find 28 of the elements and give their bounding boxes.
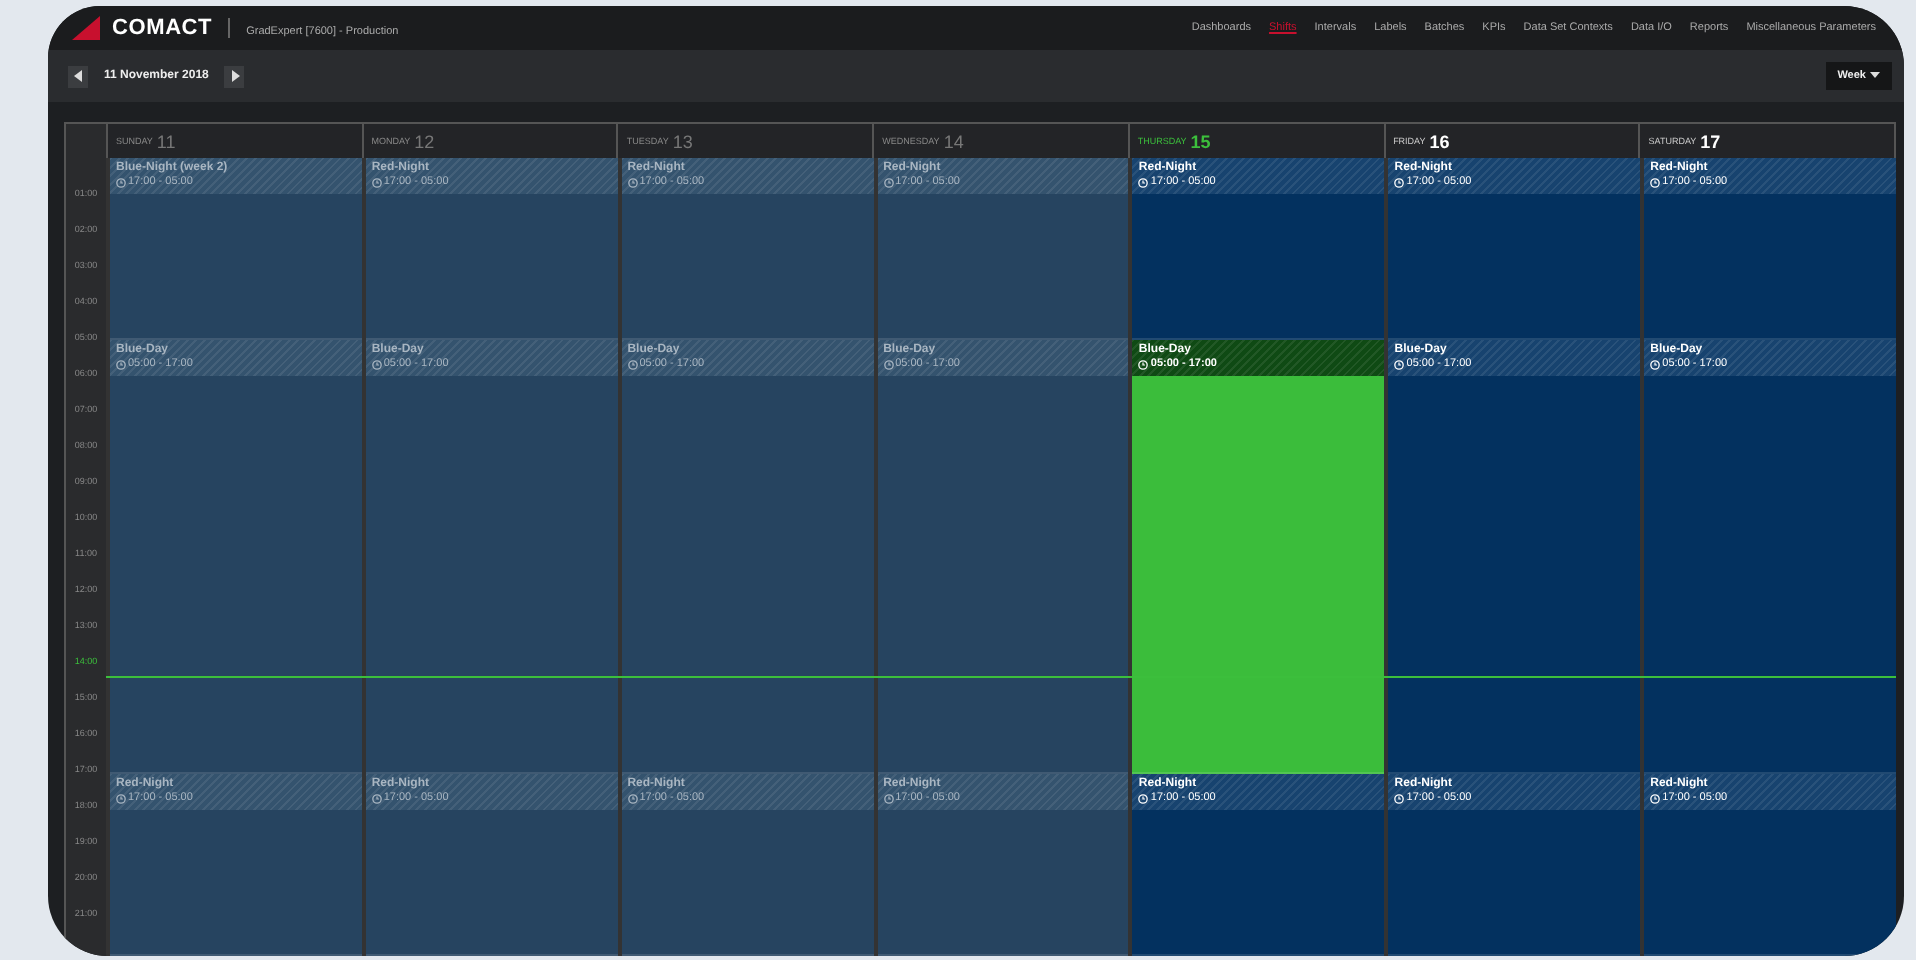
clock-icon <box>1138 360 1149 370</box>
clock-icon <box>116 360 126 370</box>
clock-icon <box>371 794 382 804</box>
clock-icon <box>627 360 638 370</box>
caret-down-icon <box>1870 72 1880 80</box>
previous-button[interactable] <box>68 65 88 87</box>
clock-icon <box>627 794 638 804</box>
clock-icon <box>1394 794 1405 804</box>
clock-icon <box>1650 178 1661 188</box>
clock-icon <box>883 794 894 804</box>
clock-icon <box>1650 360 1661 370</box>
caret-left-icon <box>73 70 83 82</box>
clock-icon <box>1138 794 1149 804</box>
clock-icon <box>1394 360 1405 370</box>
clock-icon <box>116 178 126 188</box>
clock-icon <box>883 360 894 370</box>
clock-icon <box>116 794 126 804</box>
caret-right-icon <box>229 70 240 82</box>
clock-icon <box>627 178 638 188</box>
clock-icon <box>1650 794 1661 804</box>
clock-icon <box>371 178 382 188</box>
clock-icon <box>883 178 894 188</box>
logo: COMACT <box>112 16 213 40</box>
logo-mark-icon <box>72 16 100 40</box>
clock-icon <box>1394 178 1405 188</box>
clock-icon <box>371 360 382 370</box>
clock-icon <box>1138 178 1149 188</box>
next-button[interactable] <box>224 65 245 87</box>
